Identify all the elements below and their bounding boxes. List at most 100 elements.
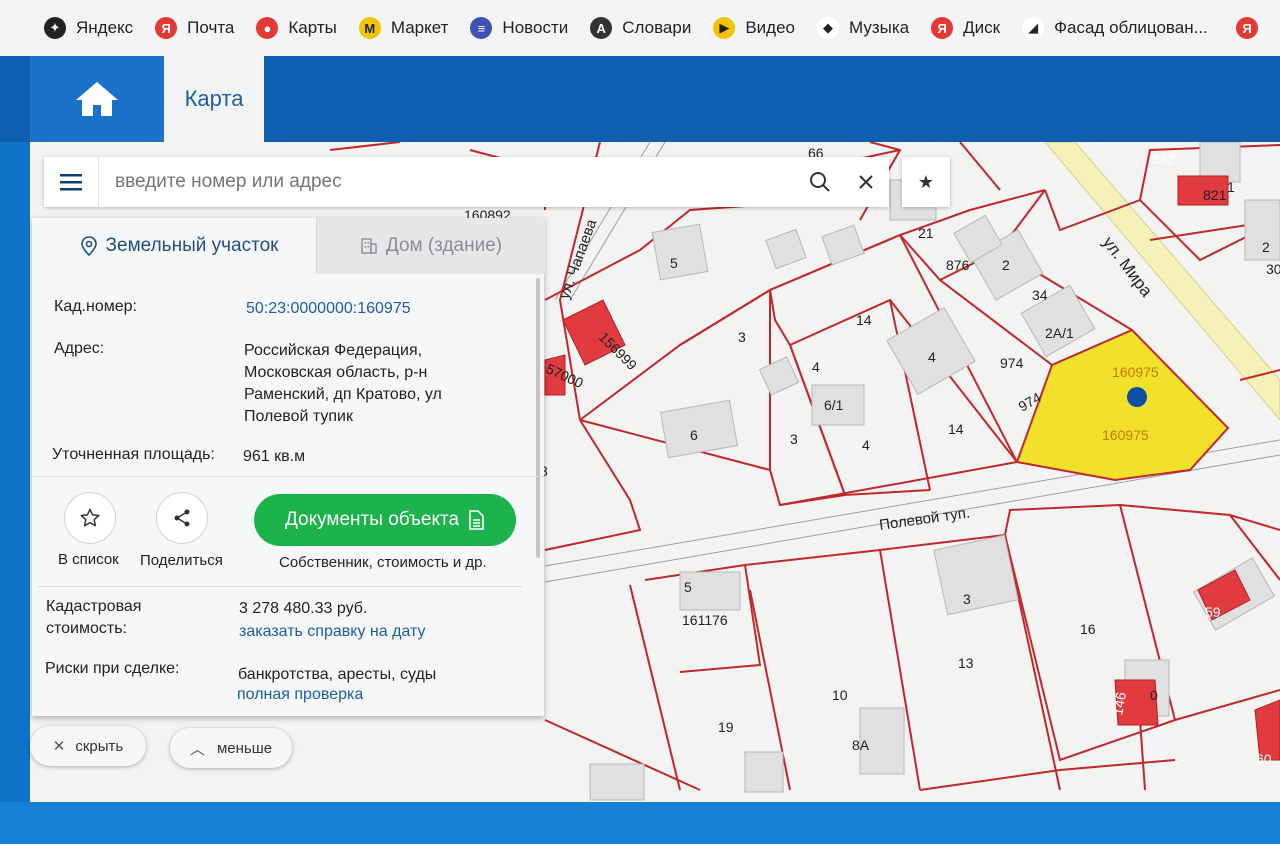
bookmark-label: Музыка <box>849 18 910 37</box>
cadastral-cost-label-line: стоимость: <box>46 620 127 637</box>
selected-parcel-label-top: 160975 <box>1112 364 1159 380</box>
parcel-number-label: 3 <box>963 591 971 607</box>
bookmark-label: Яндекс <box>76 18 134 37</box>
area-label: Уточненная площадь: <box>52 446 215 463</box>
cadastral-cost-label-line: Кадастровая <box>46 598 142 615</box>
app-header: Карта <box>0 56 1280 142</box>
parcel-number-label: 342 <box>1152 151 1176 167</box>
bookmark-item[interactable]: ▶ Видео <box>713 17 795 39</box>
add-to-list-button[interactable] <box>64 492 116 544</box>
bookmark-item[interactable]: ◢ Фасад облицован... <box>1022 17 1208 39</box>
bookmark-item[interactable]: М Маркет <box>358 17 449 39</box>
search-bar <box>44 157 889 207</box>
cadastral-cost-label: Кадастровая стоимость: <box>46 596 141 640</box>
full-check-link[interactable]: полная проверка <box>237 684 363 706</box>
bookmark-item[interactable]: ≡ Новости <box>470 17 568 39</box>
bookmark-label: Новости <box>502 18 569 37</box>
share-label: Поделиться <box>140 552 223 569</box>
parcel-number-label: 2А/1 <box>1045 325 1074 341</box>
parcel-number-label: 3 <box>790 431 798 447</box>
parcel-number-label: 59 <box>1205 604 1221 620</box>
parcel-number-label: 60 <box>1256 751 1272 767</box>
bookmark-label: Карты <box>288 18 337 37</box>
parcel-number-label: 4 <box>928 349 936 365</box>
parcel-number-label: 0 <box>1150 687 1158 703</box>
parcel-number-label: 21 <box>918 225 934 241</box>
star-outline-icon <box>80 508 100 527</box>
yandex-end-icon[interactable]: Я <box>1236 17 1258 39</box>
bookmark-label: Диск <box>963 18 1001 37</box>
parcel-number-label: 821 <box>1203 187 1227 203</box>
video-icon: ▶ <box>713 17 736 39</box>
bookmark-label: Маркет <box>390 18 449 37</box>
order-certificate-link[interactable]: заказать справку на дату <box>239 621 425 643</box>
cad-number-value[interactable]: 50:23:0000000:160975 <box>246 298 411 320</box>
yandex-mail-icon: Я <box>155 17 178 39</box>
bookmark-label: Видео <box>745 18 795 37</box>
parcel-number-label: 4 <box>812 359 820 375</box>
object-documents-button[interactable]: Документы объекта <box>254 494 516 546</box>
parcel-number-label: 5 <box>684 579 692 595</box>
menu-button[interactable] <box>44 157 99 207</box>
bookmark-item[interactable]: ✦ Яндекс <box>44 17 133 39</box>
hide-button[interactable]: ✕ скрыть <box>30 726 146 766</box>
bookmark-item[interactable]: ◆ Музыка <box>817 17 909 39</box>
close-icon: ✕ <box>52 738 66 755</box>
bookmark-item[interactable]: A Словари <box>590 17 691 39</box>
bookmark-item[interactable]: ● Карты <box>256 17 337 39</box>
panel-tabs: Земельный участок Дом (здание) <box>32 218 545 274</box>
street-polevoy-label: Полевой туп. <box>878 504 971 534</box>
parcel-number-label: 14 <box>856 312 872 328</box>
risks-value: банкротства, аресты, суды <box>238 666 437 683</box>
favorites-button[interactable]: ★ <box>902 157 950 207</box>
cadastral-cost-value: 3 278 480.33 руб. <box>239 600 368 617</box>
parcel-number-label: 974 <box>1000 355 1024 371</box>
bookmark-item[interactable]: Я Диск <box>931 17 1000 39</box>
address-label: Адрес: <box>54 340 105 357</box>
parcel-number-label: 876 <box>946 257 970 273</box>
music-icon: ◆ <box>817 17 839 39</box>
bookmark-label: Словари <box>622 18 692 37</box>
address-value: Российская Федерация, Московская область… <box>244 340 514 428</box>
map-pin-icon: ● <box>256 17 279 39</box>
parcel-number-label: 161176 <box>682 612 728 628</box>
address-line: Раменский, дп Кратово, ул <box>244 386 442 403</box>
document-icon <box>469 510 484 530</box>
home-tab[interactable] <box>30 56 164 142</box>
hamburger-icon <box>60 174 82 191</box>
parcel-number-label: 4 <box>862 437 870 453</box>
search-button[interactable] <box>797 157 843 207</box>
home-icon <box>76 82 118 116</box>
news-icon: ≡ <box>470 17 493 39</box>
parcel-number-label: 34 <box>1032 287 1048 303</box>
selected-marker[interactable] <box>1127 387 1147 407</box>
star-icon: ★ <box>917 171 935 192</box>
bookmark-label: Фасад облицован... <box>1054 18 1208 37</box>
tab-land-plot[interactable]: Земельный участок <box>42 218 316 274</box>
less-label: меньше <box>216 739 273 757</box>
market-icon: М <box>358 17 381 39</box>
divider <box>38 586 522 587</box>
bookmark-item[interactable]: Я Почта <box>155 17 234 39</box>
share-button[interactable] <box>156 492 208 544</box>
search-input[interactable] <box>99 170 797 194</box>
bookmarks-bar: ✦ Яндекс Я Почта ● Карты М Маркет ≡ Новости A Слова… <box>0 0 1280 56</box>
share-icon <box>174 509 190 527</box>
tab-house[interactable]: Дом (здание) <box>316 218 545 274</box>
clear-button[interactable] <box>843 157 889 207</box>
selected-parcel-label-bottom: 160975 <box>1102 427 1149 443</box>
disk-icon: Я <box>931 17 954 39</box>
tab-land-plot-label: Земельный участок <box>105 235 279 256</box>
parcel-number-label: 30 <box>1266 261 1280 277</box>
screen: ✦ Яндекс Я Почта ● Карты М Маркет ≡ Новости A Слова… <box>0 0 1280 844</box>
tab-map[interactable]: Карта <box>164 56 264 142</box>
page-icon: ◢ <box>1022 17 1045 39</box>
collapse-button[interactable]: ︿ меньше <box>170 728 292 768</box>
parcel-info-panel: Земельный участок Дом (здание) Кад.номер… <box>32 218 545 716</box>
panel-scrollbar[interactable] <box>536 278 540 558</box>
bottom-strip <box>0 802 1280 844</box>
add-to-list-label: В список <box>58 551 119 568</box>
risks-label: Риски при сделке: <box>45 660 180 677</box>
parcel-number-label: 1 <box>1227 179 1235 195</box>
parcel-number-label: 6 <box>690 427 698 443</box>
